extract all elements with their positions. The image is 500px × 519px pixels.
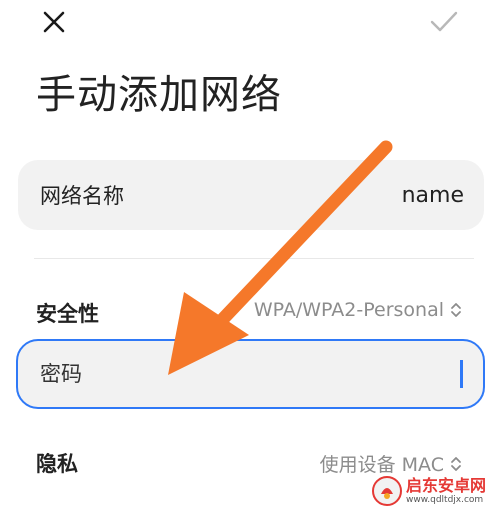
text-cursor — [460, 360, 463, 388]
network-name-field[interactable]: 网络名称 name — [18, 160, 484, 230]
privacy-value: 使用设备 MAC — [319, 454, 444, 476]
chevron-updown-icon — [450, 456, 462, 472]
network-name-label: 网络名称 — [40, 184, 124, 208]
security-select[interactable]: WPA/WPA2-Personal — [254, 299, 462, 321]
security-value: WPA/WPA2-Personal — [253, 299, 444, 321]
chevron-updown-icon — [450, 302, 462, 318]
watermark: 启东安卓网 www.qdltdjx.com — [372, 476, 486, 506]
close-button[interactable] — [32, 0, 76, 44]
security-label: 安全性 — [36, 302, 99, 326]
watermark-url: www.qdltdjx.com — [406, 494, 484, 505]
password-field[interactable] — [16, 339, 485, 409]
privacy-label: 隐私 — [36, 452, 78, 476]
close-icon — [43, 11, 65, 33]
privacy-select[interactable]: 使用设备 MAC — [320, 450, 462, 477]
confirm-button[interactable] — [422, 0, 466, 44]
watermark-logo-icon — [372, 476, 402, 506]
check-icon — [430, 11, 458, 32]
network-name-value: name — [401, 182, 464, 208]
divider — [34, 258, 474, 259]
page-title: 手动添加网络 — [36, 72, 282, 118]
watermark-brand: 启东安卓网 — [406, 475, 487, 495]
password-input[interactable] — [38, 361, 460, 387]
